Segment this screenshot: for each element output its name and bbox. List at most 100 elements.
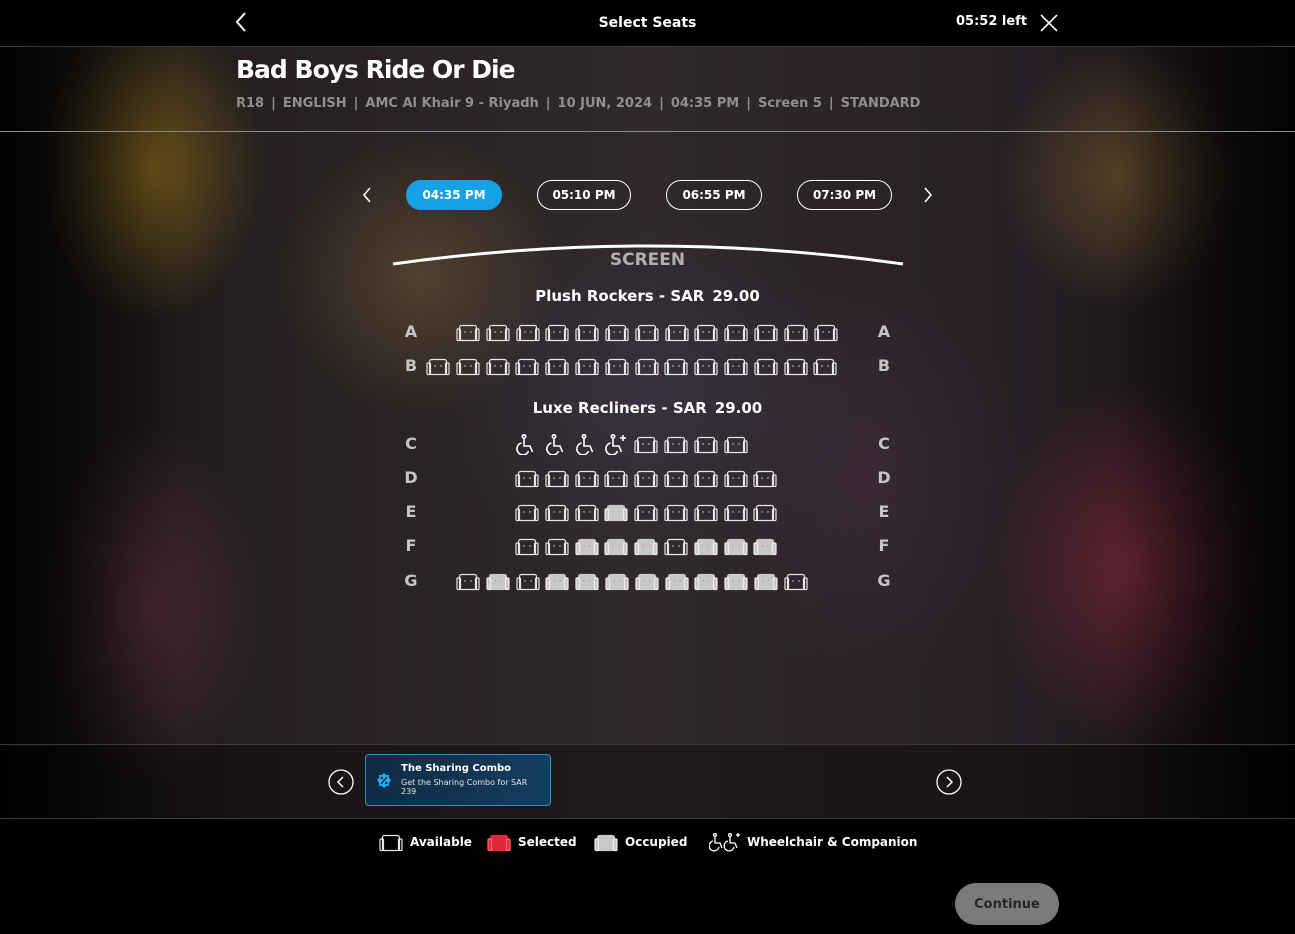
countdown-timer: 05:52 left	[956, 14, 1028, 29]
seat-e8[interactable]	[724, 501, 748, 523]
offer-card-sharing-combo[interactable]: The Sharing Combo Get the Sharing Combo …	[365, 754, 551, 806]
seat-b7[interactable]	[605, 355, 629, 377]
rating: R18	[236, 96, 265, 111]
language: ENGLISH	[282, 96, 347, 111]
occupied-seat-g4	[545, 570, 569, 592]
occupied-seat-g5	[575, 570, 599, 592]
chevron-left-icon	[362, 187, 371, 203]
seat-d2[interactable]	[545, 467, 569, 489]
seat-e5[interactable]	[634, 501, 658, 523]
seat-e7[interactable]	[694, 501, 718, 523]
legend-wheelchair-label: Wheelchair & Companion	[747, 835, 918, 849]
seat-f6[interactable]	[664, 535, 688, 557]
row-label-d: D	[877, 468, 891, 487]
close-icon	[1040, 14, 1058, 32]
seat-a3[interactable]	[516, 321, 540, 343]
seat-e2[interactable]	[545, 501, 569, 523]
seat-b3[interactable]	[486, 355, 510, 377]
seat-c6[interactable]	[664, 433, 688, 455]
screen-number: Screen 5	[757, 96, 822, 111]
showtime-0730[interactable]: 07:30 PM	[797, 180, 892, 210]
seat-e6[interactable]	[664, 501, 688, 523]
legend-occupied: Occupied	[593, 831, 687, 853]
showtimes-prev-button[interactable]	[357, 185, 377, 205]
offers-prev-button[interactable]	[328, 769, 354, 795]
seat-b4[interactable]	[515, 355, 539, 377]
seat-legend: Available Selected Occupied Wheelchair &…	[0, 818, 1295, 863]
seat-a4[interactable]	[545, 321, 569, 343]
seat-c8[interactable]	[724, 433, 748, 455]
seat-a12[interactable]	[784, 321, 808, 343]
seat-a2[interactable]	[486, 321, 510, 343]
seat-a9[interactable]	[694, 321, 718, 343]
seat-d8[interactable]	[724, 467, 748, 489]
companion-seat-c4[interactable]	[604, 433, 628, 456]
seat-a7[interactable]	[635, 321, 659, 343]
seat-a13[interactable]	[814, 321, 838, 343]
seat-d7[interactable]	[694, 467, 718, 489]
seat-b5[interactable]	[545, 355, 569, 377]
seat-d3[interactable]	[575, 467, 599, 489]
seat-d5[interactable]	[634, 467, 658, 489]
time: 04:35 PM	[670, 96, 740, 111]
seat-e3[interactable]	[575, 501, 599, 523]
showtime-0435[interactable]: 04:35 PM	[406, 180, 502, 210]
occupied-seat-f8	[724, 535, 748, 557]
seat-b14[interactable]	[813, 355, 837, 377]
showtime-0510[interactable]: 05:10 PM	[537, 180, 631, 210]
offers-bar: The Sharing Combo Get the Sharing Combo …	[0, 744, 1295, 819]
continue-button[interactable]: Continue	[955, 883, 1059, 925]
seat-b11[interactable]	[724, 355, 748, 377]
row-label-e: E	[405, 502, 417, 521]
seat-d4[interactable]	[604, 467, 628, 489]
seat-a8[interactable]	[665, 321, 689, 343]
wheelchair-seat-c2[interactable]	[545, 433, 569, 456]
seat-d1[interactable]	[515, 467, 539, 489]
seat-a5[interactable]	[575, 321, 599, 343]
seat-g3[interactable]	[516, 570, 540, 592]
seat-a1[interactable]	[456, 321, 480, 343]
chevron-right-circle-icon	[936, 769, 962, 795]
seat-b10[interactable]	[694, 355, 718, 377]
chevron-left-circle-icon	[328, 769, 354, 795]
legend-occupied-label: Occupied	[625, 835, 688, 849]
wheelchair-seat-c3[interactable]	[575, 433, 599, 456]
seat-g12[interactable]	[784, 570, 808, 592]
legend-available-label: Available	[410, 835, 472, 849]
seat-g1[interactable]	[456, 570, 480, 592]
seat-b1[interactable]	[426, 355, 450, 377]
occupied-seat-g9	[694, 570, 718, 592]
offers-next-button[interactable]	[936, 769, 962, 795]
seat-b8[interactable]	[635, 355, 659, 377]
seat-a10[interactable]	[724, 321, 748, 343]
section-plush-rockers: Plush Rockers - SAR 29.00	[0, 287, 1295, 305]
seat-b6[interactable]	[575, 355, 599, 377]
occupied-seat-f7	[694, 535, 718, 557]
seat-b13[interactable]	[784, 355, 808, 377]
occupied-seat-e4	[604, 501, 628, 523]
seat-b9[interactable]	[664, 355, 688, 377]
showtime-0655[interactable]: 06:55 PM	[666, 180, 762, 210]
showtimes-next-button[interactable]	[918, 185, 938, 205]
seat-b12[interactable]	[754, 355, 778, 377]
occupied-seat-g8	[665, 570, 689, 592]
seat-d9[interactable]	[753, 467, 777, 489]
row-label-f: F	[878, 536, 890, 555]
row-label-e: E	[878, 502, 890, 521]
close-button[interactable]	[1038, 12, 1060, 34]
offer-description: Get the Sharing Combo for SAR 239	[401, 778, 528, 796]
occupied-seat-g7	[635, 570, 659, 592]
seat-f2[interactable]	[545, 535, 569, 557]
seat-c7[interactable]	[694, 433, 718, 455]
seat-e1[interactable]	[515, 501, 539, 523]
wheelchair-seat-c1[interactable]	[515, 433, 539, 456]
seat-a11[interactable]	[754, 321, 778, 343]
legend-wheelchair: Wheelchair & Companion	[709, 831, 917, 853]
seat-a6[interactable]	[605, 321, 629, 343]
seat-b2[interactable]	[456, 355, 480, 377]
seat-f1[interactable]	[515, 535, 539, 557]
wheelchair-companion-icon	[709, 832, 740, 852]
seat-d6[interactable]	[664, 467, 688, 489]
seat-c5[interactable]	[634, 433, 658, 455]
seat-e9[interactable]	[753, 501, 777, 523]
